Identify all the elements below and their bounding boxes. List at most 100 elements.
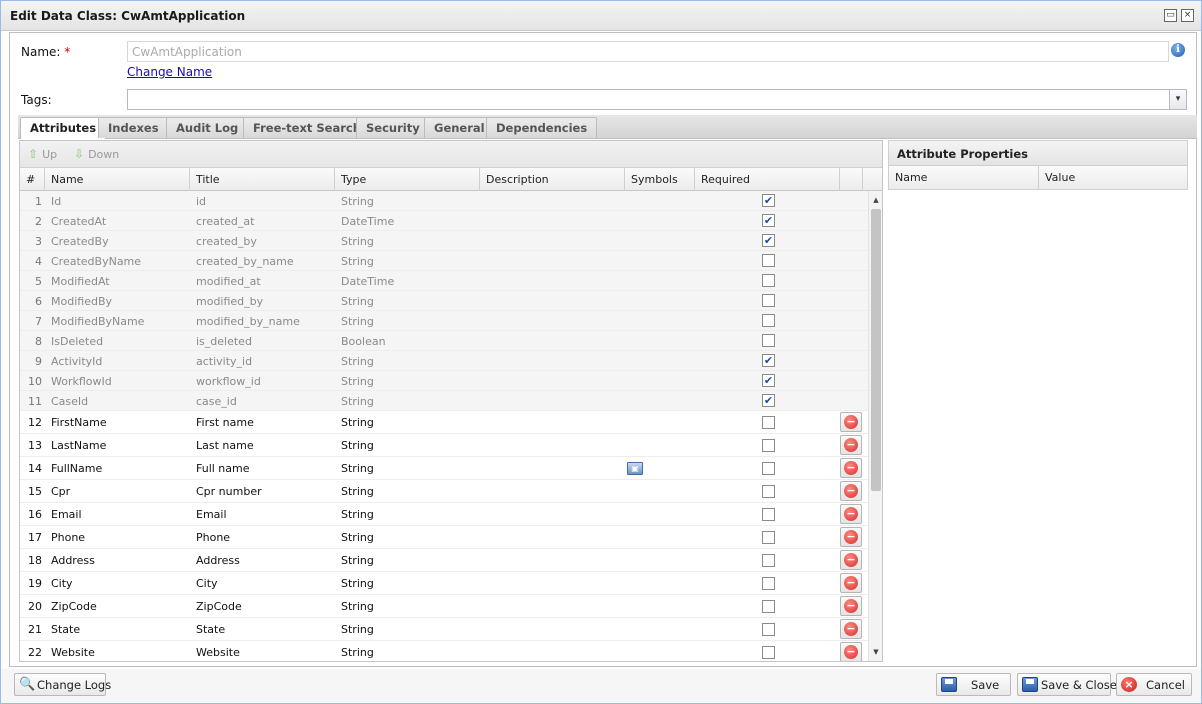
table-row[interactable]: 3 CreatedBy created_by String ✔ (20, 231, 868, 251)
delete-icon: − (844, 576, 858, 590)
restore-icon[interactable]: ▭ (1164, 9, 1177, 22)
required-checkbox[interactable] (762, 416, 775, 429)
delete-attribute-button[interactable]: − (840, 596, 862, 616)
attribute-title: id (196, 195, 207, 208)
grid-scrollbar[interactable]: ▲ ▼ (868, 191, 882, 661)
tab-general[interactable]: General (424, 117, 495, 138)
tab-security[interactable]: Security (356, 117, 430, 138)
attribute-title: City (196, 577, 218, 590)
column-header-name[interactable]: Name (45, 168, 190, 191)
attribute-title: is_deleted (196, 335, 252, 348)
required-checkbox[interactable] (762, 554, 775, 567)
scroll-up-icon[interactable]: ▲ (869, 194, 882, 206)
delete-attribute-button[interactable]: − (840, 550, 862, 570)
cancel-icon: × (1121, 677, 1137, 692)
attribute-name: LastName (51, 439, 107, 452)
name-field[interactable]: CwAmtApplication (127, 41, 1169, 62)
required-checkbox[interactable] (762, 485, 775, 498)
table-row[interactable]: 17 Phone Phone String − (20, 526, 868, 549)
table-row[interactable]: 8 IsDeleted is_deleted Boolean (20, 331, 868, 351)
delete-attribute-button[interactable]: − (840, 435, 862, 455)
scroll-down-icon[interactable]: ▼ (869, 646, 882, 658)
info-icon[interactable]: i (1171, 43, 1185, 57)
table-row[interactable]: 15 Cpr Cpr number String − (20, 480, 868, 503)
required-checkbox[interactable] (762, 462, 775, 475)
table-row[interactable]: 10 WorkflowId workflow_id String ✔ (20, 371, 868, 391)
column-header-number[interactable]: # (20, 168, 45, 191)
table-row[interactable]: 7 ModifiedByName modified_by_name String (20, 311, 868, 331)
required-checkbox: ✔ (762, 394, 775, 407)
delete-attribute-button[interactable]: − (840, 619, 862, 639)
delete-attribute-button[interactable]: − (840, 573, 862, 593)
delete-attribute-button[interactable]: − (840, 504, 862, 524)
delete-attribute-button[interactable]: − (840, 481, 862, 501)
required-checkbox[interactable] (762, 623, 775, 636)
attribute-title: modified_by (196, 295, 264, 308)
attribute-type: String (341, 485, 374, 498)
save-and-close-button[interactable]: Save & Close (1017, 673, 1117, 696)
cancel-button[interactable]: × Cancel (1116, 673, 1192, 696)
table-row[interactable]: 13 LastName Last name String − (20, 434, 868, 457)
tab-free-text-search[interactable]: Free-text Search (243, 117, 371, 138)
required-checkbox[interactable] (762, 600, 775, 613)
table-row[interactable]: 20 ZipCode ZipCode String − (20, 595, 868, 618)
required-checkbox[interactable] (762, 646, 775, 659)
properties-header: Name Value (888, 166, 1188, 190)
column-header-title[interactable]: Title (190, 168, 335, 191)
chevron-down-icon[interactable]: ▾ (1169, 90, 1186, 109)
close-icon[interactable]: × (1181, 9, 1194, 22)
table-row[interactable]: 18 Address Address String − (20, 549, 868, 572)
delete-attribute-button[interactable]: − (840, 412, 862, 432)
delete-attribute-button[interactable]: − (840, 458, 862, 478)
computed-icon[interactable]: ▣ (627, 462, 643, 475)
tab-attributes[interactable]: Attributes (20, 117, 107, 139)
required-checkbox[interactable] (762, 577, 775, 590)
tags-field[interactable]: ▾ (127, 89, 1187, 110)
row-number: 9 (35, 355, 42, 368)
down-button[interactable]: ⇩ Down (74, 147, 119, 161)
table-row[interactable]: 21 State State String − (20, 618, 868, 641)
save-button[interactable]: Save (936, 673, 1011, 696)
dialog-body: Name: * CwAmtApplication i Change Name T… (9, 32, 1197, 667)
table-row[interactable]: 16 Email Email String − (20, 503, 868, 526)
required-checkbox: ✔ (762, 354, 775, 367)
attribute-name: Address (51, 554, 95, 567)
table-row[interactable]: 1 Id id String ✔ (20, 191, 868, 211)
attribute-title: Last name (196, 439, 254, 452)
table-row[interactable]: 4 CreatedByName created_by_name String (20, 251, 868, 271)
delete-attribute-button[interactable]: − (840, 642, 862, 661)
required-checkbox (762, 334, 775, 347)
column-header-type[interactable]: Type (335, 168, 480, 191)
table-row[interactable]: 2 CreatedAt created_at DateTime ✔ (20, 211, 868, 231)
required-checkbox[interactable] (762, 508, 775, 521)
column-header-prop-value[interactable]: Value (1039, 166, 1187, 189)
table-row[interactable]: 5 ModifiedAt modified_at DateTime (20, 271, 868, 291)
up-button[interactable]: ⇧ Up (28, 147, 57, 161)
column-header-description[interactable]: Description (480, 168, 625, 191)
required-checkbox: ✔ (762, 214, 775, 227)
required-checkbox[interactable] (762, 531, 775, 544)
attribute-name: State (51, 623, 81, 636)
table-row[interactable]: 6 ModifiedBy modified_by String (20, 291, 868, 311)
table-row[interactable]: 11 CaseId case_id String ✔ (20, 391, 868, 411)
table-row[interactable]: 9 ActivityId activity_id String ✔ (20, 351, 868, 371)
table-row[interactable]: 12 FirstName First name String − (20, 411, 868, 434)
column-header-actions (840, 168, 863, 191)
table-row[interactable]: 19 City City String − (20, 572, 868, 595)
column-header-required[interactable]: Required (695, 168, 840, 191)
delete-attribute-button[interactable]: − (840, 527, 862, 547)
table-row[interactable]: 22 Website Website String − (20, 641, 868, 661)
tab-dependencies[interactable]: Dependencies (486, 117, 598, 138)
column-header-symbols[interactable]: Symbols (625, 168, 695, 191)
attribute-name: ZipCode (51, 600, 97, 613)
row-number: 1 (35, 195, 42, 208)
change-name-link[interactable]: Change Name (127, 65, 212, 79)
tab-audit-log[interactable]: Audit Log (166, 117, 249, 138)
required-checkbox[interactable] (762, 439, 775, 452)
dialog-titlebar[interactable]: Edit Data Class: CwAmtApplication ▭ × (1, 1, 1201, 31)
table-row[interactable]: 14 FullName Full name String ▣ − (20, 457, 868, 480)
tab-indexes[interactable]: Indexes (98, 117, 169, 138)
column-header-prop-name[interactable]: Name (889, 166, 1039, 189)
scrollbar-thumb[interactable] (871, 209, 881, 491)
change-logs-button[interactable]: 🔍 Change Logs (14, 673, 111, 696)
